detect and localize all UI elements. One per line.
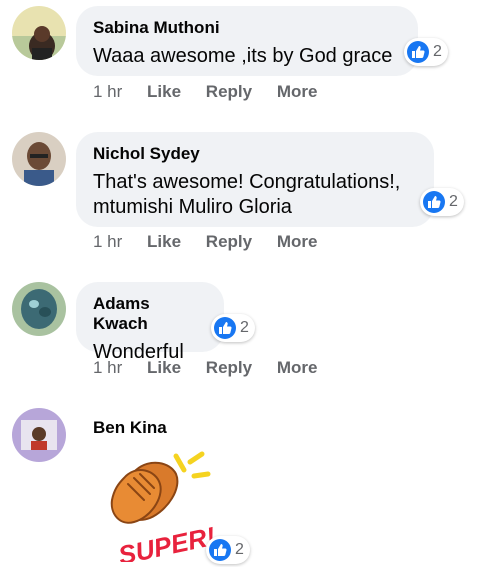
avatar-sabina[interactable]	[12, 6, 66, 60]
like-button[interactable]: Like	[147, 82, 181, 101]
reply-button[interactable]: Reply	[206, 232, 252, 251]
comment-text: That's awesome! Congratulations!, mtumis…	[93, 171, 401, 218]
thumbs-up-icon	[407, 41, 429, 63]
comment-text: Waaa awesome ,its by God grace	[93, 45, 393, 67]
reply-button[interactable]: Reply	[206, 82, 252, 101]
thumbs-up-icon	[423, 191, 445, 213]
comment-bubble: Nichol Sydey That's awesome! Congratulat…	[76, 132, 434, 227]
comment-time[interactable]: 1 hr	[93, 82, 122, 101]
reply-button[interactable]: Reply	[206, 358, 252, 377]
avatar-adams[interactable]	[12, 282, 66, 336]
like-button[interactable]: Like	[147, 358, 181, 377]
thumbs-up-icon	[214, 317, 236, 339]
super-clapping-sticker[interactable]: SUPER!	[106, 448, 218, 567]
reaction-count: 2	[235, 541, 244, 558]
more-button[interactable]: More	[277, 82, 318, 101]
reaction-count: 2	[449, 193, 458, 210]
reaction-count-badge[interactable]: 2	[206, 536, 250, 564]
more-button[interactable]: More	[277, 232, 318, 251]
comment-bubble: Sabina Muthoni Waaa awesome ,its by God …	[76, 6, 418, 76]
sticker-text: SUPER!	[116, 521, 216, 562]
comment-actions: 1 hr Like Reply More	[93, 82, 337, 102]
more-button[interactable]: More	[277, 358, 318, 377]
comment-author[interactable]: Adams Kwach	[93, 294, 207, 334]
reaction-count: 2	[240, 319, 249, 336]
comment-time[interactable]: 1 hr	[93, 232, 122, 251]
like-button[interactable]: Like	[147, 232, 181, 251]
reaction-count-badge[interactable]: 2	[211, 314, 255, 342]
reaction-count-badge[interactable]: 2	[404, 38, 448, 66]
comment-time[interactable]: 1 hr	[93, 358, 122, 377]
comment-author[interactable]: Ben Kina	[93, 418, 167, 438]
avatar-nichol[interactable]	[12, 132, 66, 186]
comment-bubble: Adams Kwach Wonderful	[76, 282, 224, 363]
reaction-count-badge[interactable]: 2	[420, 188, 464, 216]
comment-actions: 1 hr Like Reply More	[93, 232, 337, 252]
thumbs-up-icon	[209, 539, 231, 561]
comment-author[interactable]: Nichol Sydey	[93, 144, 417, 164]
reaction-count: 2	[433, 43, 442, 60]
comment-author[interactable]: Sabina Muthoni	[93, 18, 401, 38]
avatar-ben[interactable]	[12, 408, 66, 462]
comment-actions: 1 hr Like Reply More	[93, 358, 337, 378]
